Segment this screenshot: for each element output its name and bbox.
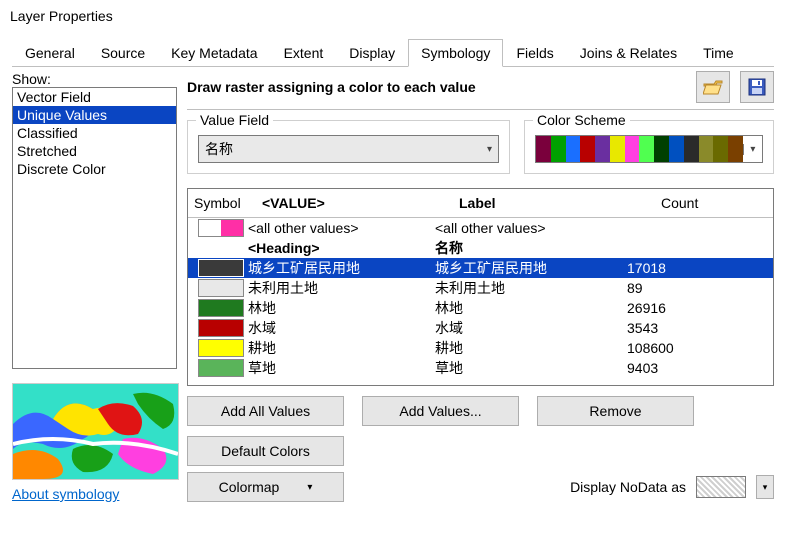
symbology-preview: [12, 383, 179, 480]
value-field-group: Value Field 名称 ▾: [187, 120, 510, 174]
value-field-legend: Value Field: [196, 112, 273, 128]
tab-joins-relates[interactable]: Joins & Relates: [567, 39, 690, 67]
renderer-item-classified[interactable]: Classified: [13, 124, 176, 142]
symbol-swatch: [198, 319, 244, 337]
window-title: Layer Properties: [0, 0, 786, 38]
swatch: [566, 136, 581, 162]
swatch: [536, 136, 551, 162]
tab-bar: General Source Key Metadata Extent Displ…: [12, 38, 774, 67]
swatch: [595, 136, 610, 162]
col-symbol[interactable]: Symbol: [188, 189, 256, 217]
swatch: [639, 136, 654, 162]
values-grid[interactable]: Symbol <VALUE> Label Count <all other va…: [187, 188, 774, 386]
symbol-swatch: [198, 219, 244, 237]
swatch: [654, 136, 669, 162]
grid-row[interactable]: 未利用土地 未利用土地 89: [188, 278, 773, 298]
grid-row[interactable]: 水域 水域 3543: [188, 318, 773, 338]
chevron-down-icon: ▾: [487, 144, 492, 155]
swatch: [669, 136, 684, 162]
show-label: Show:: [12, 71, 177, 87]
add-values-button[interactable]: Add Values...: [362, 396, 519, 426]
symbol-swatch: [198, 279, 244, 297]
tab-time[interactable]: Time: [690, 39, 747, 67]
tab-extent[interactable]: Extent: [271, 39, 337, 67]
swatch: [699, 136, 714, 162]
symbol-swatch: [198, 359, 244, 377]
swatch: [728, 136, 743, 162]
grid-header: Symbol <VALUE> Label Count: [188, 189, 773, 218]
swatch: [610, 136, 625, 162]
nodata-dropdown-button[interactable]: ▾: [756, 475, 774, 499]
chevron-down-icon: ▾: [307, 482, 312, 493]
col-label[interactable]: Label: [453, 189, 655, 217]
col-count[interactable]: Count: [655, 189, 767, 217]
open-icon[interactable]: [696, 71, 730, 103]
col-value[interactable]: <VALUE>: [256, 189, 453, 217]
about-symbology-link[interactable]: About symbology: [12, 486, 177, 502]
symbol-swatch: [198, 299, 244, 317]
swatch: [713, 136, 728, 162]
renderer-item-vector-field[interactable]: Vector Field: [13, 88, 176, 106]
swatch: [551, 136, 566, 162]
symbol-swatch: [198, 339, 244, 357]
grid-row[interactable]: 林地 林地 26916: [188, 298, 773, 318]
colormap-dropdown[interactable]: Colormap ▾: [187, 472, 344, 502]
color-scheme-group: Color Scheme: [524, 120, 774, 174]
grid-row[interactable]: 城乡工矿居民用地 城乡工矿居民用地 17018: [188, 258, 773, 278]
tab-source[interactable]: Source: [88, 39, 158, 67]
grid-heading-row[interactable]: <Heading> 名称: [188, 238, 773, 258]
default-colors-button[interactable]: Default Colors: [187, 436, 344, 466]
tab-fields[interactable]: Fields: [503, 39, 566, 67]
color-scheme-legend: Color Scheme: [533, 112, 630, 128]
value-field-selected: 名称: [205, 139, 233, 159]
renderer-item-stretched[interactable]: Stretched: [13, 142, 176, 160]
renderer-item-discrete-color[interactable]: Discrete Color: [13, 160, 176, 178]
nodata-label: Display NoData as: [570, 479, 686, 495]
grid-row-allother[interactable]: <all other values> <all other values>: [188, 218, 773, 238]
grid-row[interactable]: 草地 草地 9403: [188, 358, 773, 378]
tab-key-metadata[interactable]: Key Metadata: [158, 39, 270, 67]
renderer-listbox[interactable]: Vector Field Unique Values Classified St…: [12, 87, 177, 369]
color-scheme-select[interactable]: ▾: [535, 135, 763, 163]
symbol-swatch: [198, 259, 244, 277]
swatch: [684, 136, 699, 162]
chevron-down-icon: ▾: [743, 144, 762, 155]
grid-row[interactable]: 耕地 耕地 108600: [188, 338, 773, 358]
swatch: [580, 136, 595, 162]
save-icon[interactable]: [740, 71, 774, 103]
add-all-values-button[interactable]: Add All Values: [187, 396, 344, 426]
draw-description: Draw raster assigning a color to each va…: [187, 79, 686, 95]
tab-display[interactable]: Display: [336, 39, 408, 67]
renderer-item-unique-values[interactable]: Unique Values: [13, 106, 176, 124]
nodata-swatch[interactable]: [696, 476, 746, 498]
remove-button[interactable]: Remove: [537, 396, 694, 426]
tab-general[interactable]: General: [12, 39, 88, 67]
swatch: [625, 136, 640, 162]
value-field-select[interactable]: 名称 ▾: [198, 135, 499, 163]
tab-symbology[interactable]: Symbology: [408, 39, 503, 67]
